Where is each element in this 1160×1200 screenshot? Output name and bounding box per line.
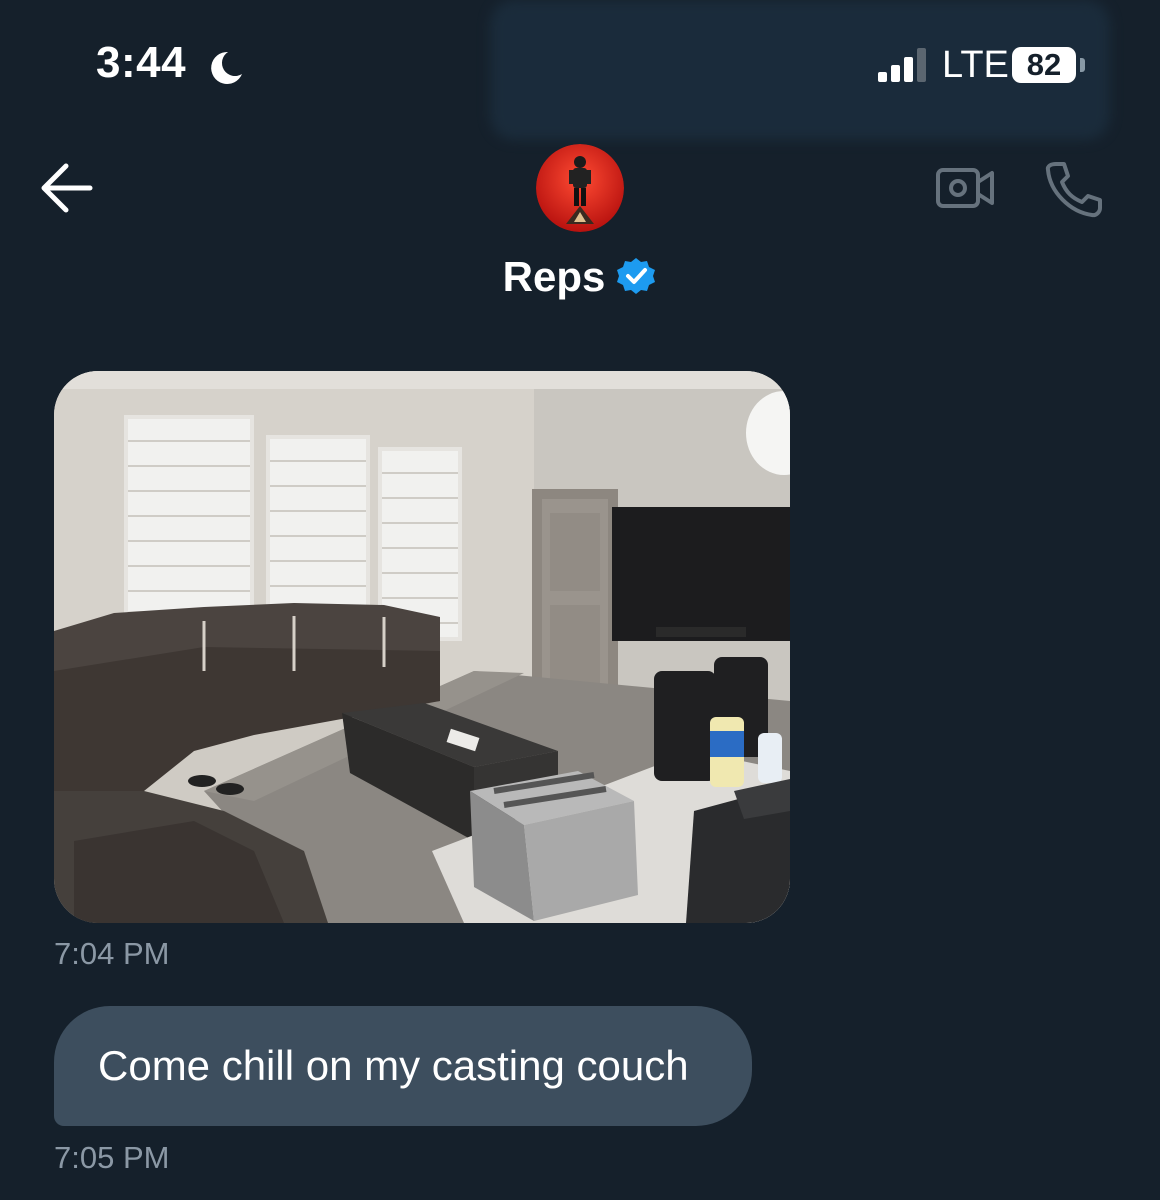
back-arrow-icon[interactable] (36, 160, 96, 216)
avatar[interactable] (536, 144, 624, 232)
contact-name-row[interactable]: Reps (0, 250, 1160, 301)
conversation-header: Reps (0, 130, 1160, 326)
message-bubble[interactable]: Come chill on my casting couch (54, 1006, 752, 1126)
status-time: 3:44 (96, 38, 187, 87)
message-timestamp: 7:05 PM (54, 1140, 170, 1175)
battery-tip (1080, 58, 1085, 72)
video-camera-icon[interactable] (934, 164, 996, 212)
photo-timestamp: 7:04 PM (54, 936, 170, 971)
message-text: Come chill on my casting couch (98, 1042, 689, 1089)
status-bar: 3:44 LTE 82 (0, 0, 1160, 140)
living-room-photo[interactable] (54, 371, 790, 923)
verified-badge-icon (617, 257, 656, 294)
contact-name: Reps (502, 252, 606, 300)
toaster (470, 771, 638, 921)
phone-icon[interactable] (1042, 160, 1104, 218)
network-label: LTE (942, 44, 1009, 86)
battery-indicator: 82 (1012, 47, 1076, 83)
moon-icon (211, 51, 242, 84)
dm-conversation-screen: 3:44 LTE 82 Reps 7:04 PM Come chill on m… (0, 0, 1160, 1200)
signal-icon (878, 48, 926, 82)
